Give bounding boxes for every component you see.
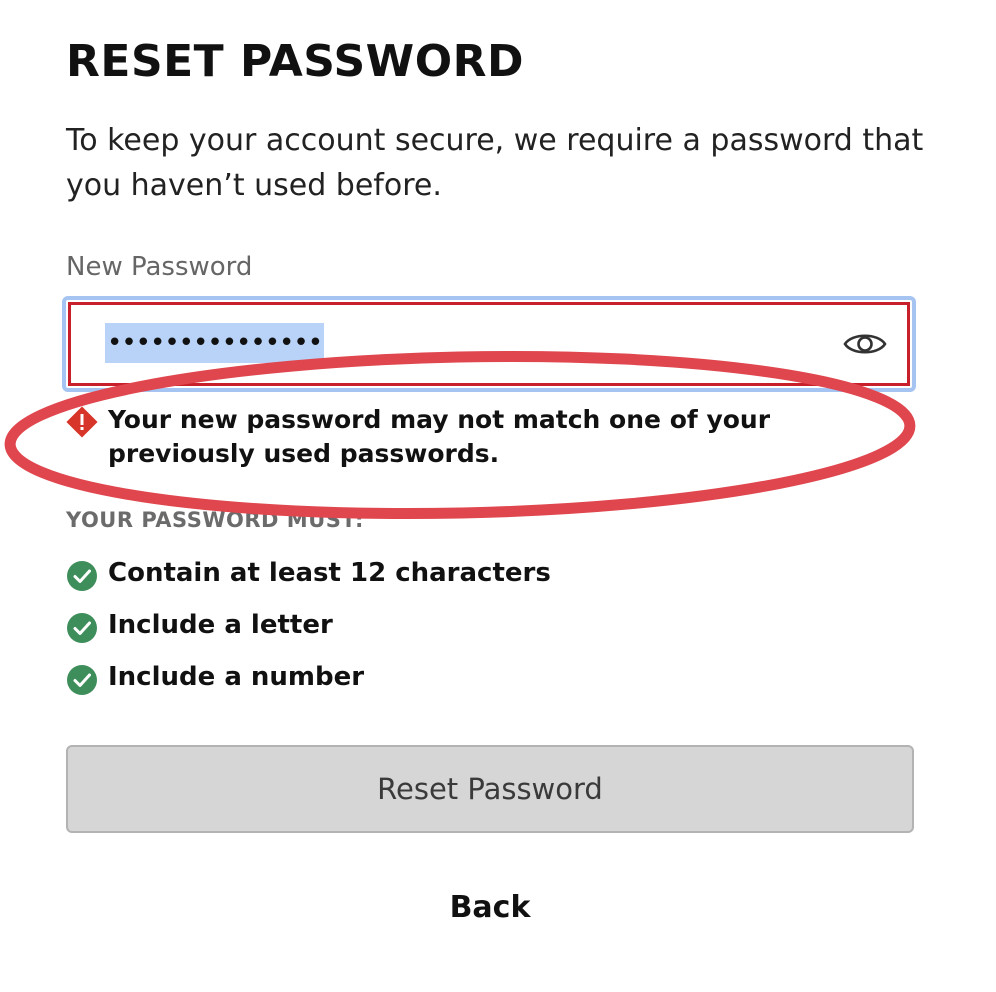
requirement-item: Include a letter bbox=[66, 608, 766, 660]
requirement-item: Contain at least 12 characters bbox=[66, 556, 766, 608]
new-password-input[interactable]: ••••••••••••••• bbox=[68, 302, 910, 386]
reset-password-button[interactable]: Reset Password bbox=[66, 745, 914, 833]
check-circle-icon bbox=[66, 612, 98, 644]
page-intro: To keep your account secure, we require … bbox=[66, 123, 924, 203]
eye-icon[interactable] bbox=[843, 328, 887, 360]
check-circle-icon bbox=[66, 664, 98, 696]
requirement-item: Include a number bbox=[66, 660, 766, 712]
password-error-message: Your new password may not match one of y… bbox=[108, 405, 771, 468]
check-circle-icon bbox=[66, 560, 98, 592]
back-link[interactable]: Back bbox=[400, 890, 580, 925]
requirement-label: Include a number bbox=[108, 662, 365, 692]
requirement-label: Include a letter bbox=[108, 610, 333, 640]
requirements-heading: YOUR PASSWORD MUST: bbox=[66, 508, 364, 532]
requirements-list: Contain at least 12 characters Include a… bbox=[66, 556, 766, 712]
password-masked-value: ••••••••••••••• bbox=[105, 323, 325, 363]
new-password-label: New Password bbox=[66, 252, 253, 282]
requirement-label: Contain at least 12 characters bbox=[108, 558, 551, 588]
warning-diamond-icon bbox=[66, 406, 98, 438]
page-title: RESET PASSWORD bbox=[66, 36, 525, 87]
new-password-field-focus-ring: ••••••••••••••• bbox=[62, 296, 916, 392]
